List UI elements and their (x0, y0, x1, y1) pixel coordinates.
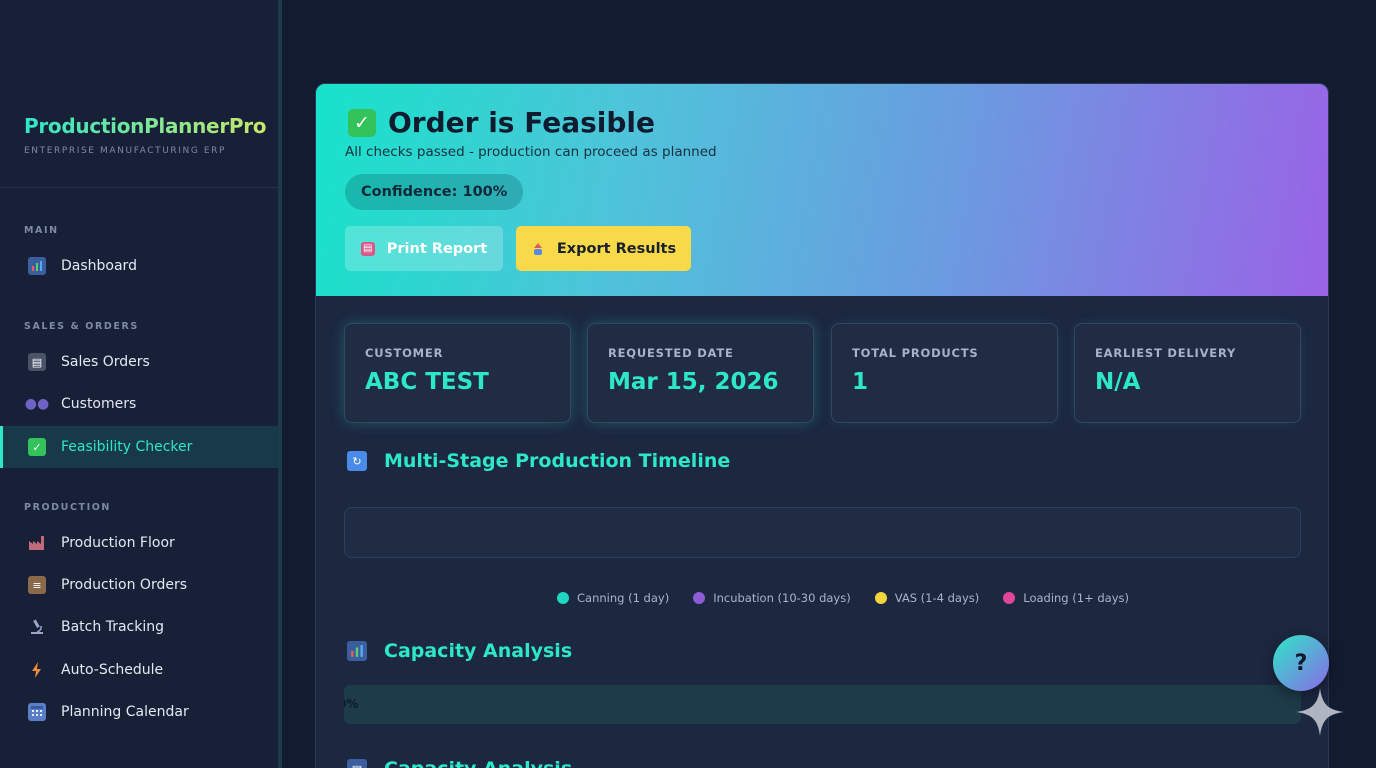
legend-item-incubation: Incubation (10-30 days) (693, 591, 851, 605)
sidebar-item-label: Feasibility Checker (61, 439, 193, 455)
stat-label: EARLIEST DELIVERY (1095, 346, 1237, 360)
export-results-label: Export Results (556, 240, 677, 257)
legend-dot (693, 592, 706, 604)
brand-subtitle: ENTERPRISE MANUFACTURING ERP (24, 146, 227, 156)
legend-dot (874, 592, 887, 604)
calendar-icon (28, 703, 46, 721)
stat-earliest-delivery: EARLIEST DELIVERY N/A (1074, 323, 1301, 423)
print-report-button[interactable]: ▤ Print Report (345, 226, 503, 271)
clipboard-icon: ≡ (28, 576, 46, 594)
result-subtitle: All checks passed - production can proce… (345, 144, 717, 160)
sidebar: ProductionPlannerPro ENTERPRISE MANUFACT… (0, 0, 282, 768)
legend-label: Canning (1 day) (577, 591, 670, 605)
section-label-production: PRODUCTION (24, 502, 111, 513)
legend-label: Incubation (10-30 days) (713, 591, 851, 605)
sidebar-item-auto-schedule[interactable]: Auto-Schedule (0, 649, 278, 691)
print-report-label: Print Report (386, 240, 488, 257)
timeline-chart (344, 507, 1301, 558)
stat-requested-date: REQUESTED DATE Mar 15, 2026 (587, 323, 814, 423)
stat-value: Mar 15, 2026 (608, 369, 779, 395)
feasibility-result-card: ✓ Order is Feasible All checks passed - … (315, 83, 1329, 768)
checkmark-icon: ✓ (348, 108, 376, 137)
cash-register-icon: ▤ (28, 353, 46, 371)
sidebar-item-label: Auto-Schedule (61, 662, 164, 678)
sidebar-item-sales-orders[interactable]: ▤ Sales Orders (0, 341, 278, 383)
brand: ProductionPlannerPro ENTERPRISE MANUFACT… (24, 114, 267, 156)
sidebar-item-production-orders[interactable]: ≡ Production Orders (0, 564, 278, 606)
help-button[interactable]: ? (1273, 635, 1329, 691)
stat-label: TOTAL PRODUCTS (852, 346, 979, 360)
sidebar-item-label: Sales Orders (61, 354, 150, 370)
stat-value: 1 (852, 369, 869, 395)
legend-item-canning: Canning (1 day) (557, 591, 669, 605)
stat-customer: CUSTOMER ABC TEST (344, 323, 571, 423)
sidebar-item-customers[interactable]: ●● Customers (0, 383, 278, 425)
legend-dot (1003, 592, 1016, 604)
sidebar-item-label: Customers (61, 396, 137, 412)
capacity-header-secondary: ▤ Capacity Analysis (347, 758, 572, 768)
sidebar-item-batch-tracking[interactable]: Batch Tracking (0, 606, 278, 648)
result-title: Order is Feasible (388, 106, 655, 139)
timeline-header: ↻ Multi-Stage Production Timeline (347, 450, 730, 472)
stat-label: REQUESTED DATE (608, 346, 734, 360)
capacity-header: Capacity Analysis (347, 640, 572, 662)
export-results-button[interactable]: Export Results (516, 226, 691, 271)
legend-dot (557, 592, 569, 604)
sidebar-item-planning-calendar[interactable]: Planning Calendar (0, 691, 278, 733)
sidebar-item-label: Production Floor (61, 535, 175, 551)
legend-item-loading: Loading (1+ days) (1003, 591, 1129, 605)
stat-value: N/A (1095, 369, 1141, 395)
sidebar-item-label: Dashboard (61, 258, 137, 274)
checkmark-icon: ✓ (28, 438, 46, 456)
sidebar-item-label: Planning Calendar (61, 704, 189, 720)
stat-value: ABC TEST (365, 369, 489, 395)
capacity-title-secondary: Capacity Analysis (384, 758, 572, 768)
chart-icon: ▤ (347, 759, 367, 768)
sidebar-item-label: Production Orders (61, 577, 188, 593)
stat-total-products: TOTAL PRODUCTS 1 (831, 323, 1058, 423)
sidebar-item-production-floor[interactable]: Production Floor (0, 522, 278, 564)
sidebar-divider (0, 187, 278, 188)
bar-chart-icon (347, 641, 367, 661)
factory-icon (28, 534, 46, 552)
refresh-icon: ↻ (347, 451, 367, 471)
section-label-sales: SALES & ORDERS (24, 321, 139, 332)
lightning-icon (28, 661, 46, 679)
sparkle-icon (1296, 688, 1344, 736)
users-icon: ●● (24, 396, 50, 412)
capacity-title: Capacity Analysis (384, 640, 573, 662)
brand-title: ProductionPlannerPro (24, 114, 267, 138)
microscope-icon (28, 618, 46, 636)
legend-label: Loading (1+ days) (1023, 591, 1129, 605)
section-label-main: MAIN (24, 225, 59, 236)
bar-chart-icon (28, 257, 46, 275)
result-title-row: ✓ Order is Feasible (348, 106, 655, 139)
sidebar-item-feasibility-checker[interactable]: ✓ Feasibility Checker (0, 426, 278, 468)
timeline-legend: Canning (1 day) Incubation (10-30 days) … (557, 591, 1153, 605)
sidebar-item-label: Batch Tracking (61, 619, 164, 635)
export-icon (531, 242, 545, 256)
capacity-progress-label: 0% (344, 697, 359, 711)
confidence-badge: Confidence: 100% (345, 174, 524, 210)
sidebar-item-dashboard[interactable]: Dashboard (0, 245, 278, 287)
legend-label: VAS (1-4 days) (894, 591, 980, 605)
timeline-title: Multi-Stage Production Timeline (384, 450, 731, 472)
legend-item-vas: VAS (1-4 days) (874, 591, 980, 605)
printer-icon: ▤ (360, 241, 375, 256)
capacity-progress-bar: 0% (344, 685, 1301, 724)
stat-label: CUSTOMER (365, 346, 444, 360)
result-banner: ✓ Order is Feasible All checks passed - … (316, 84, 1328, 296)
